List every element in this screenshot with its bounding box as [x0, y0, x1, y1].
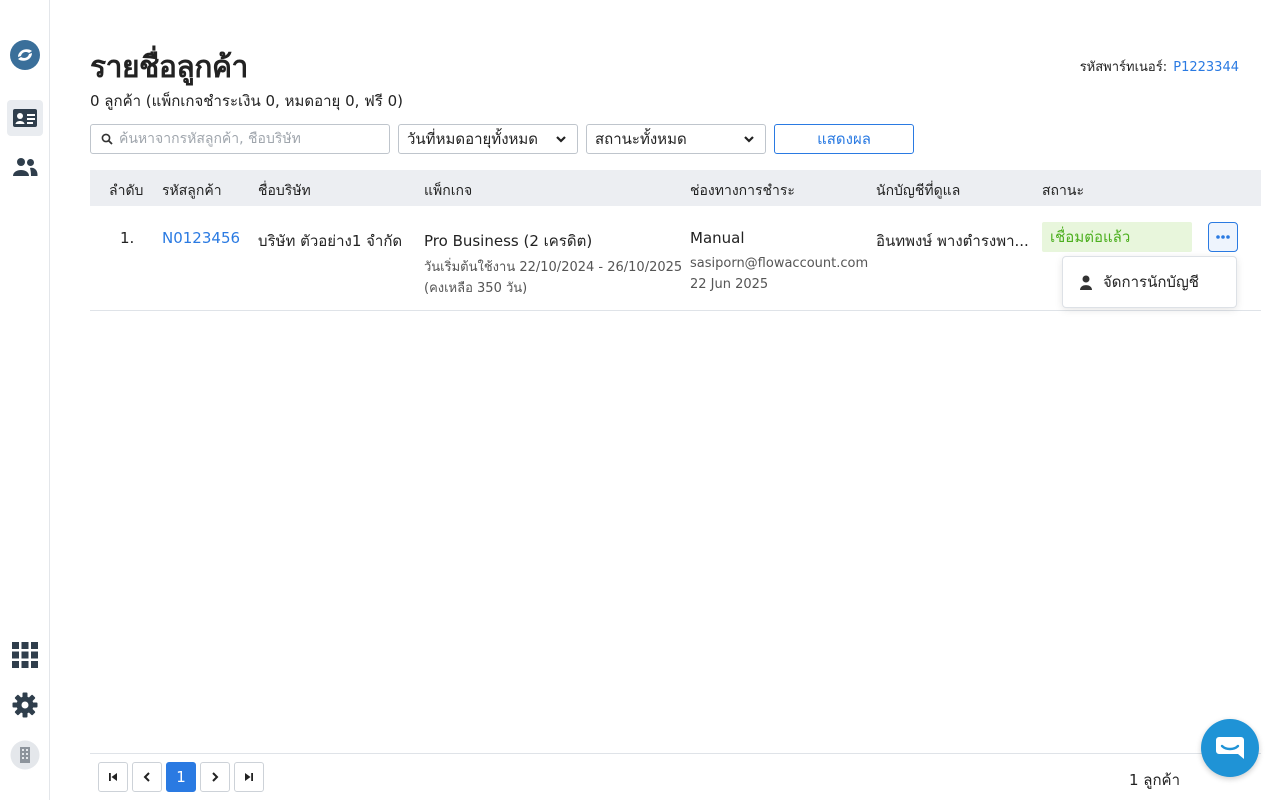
chat-icon [1216, 737, 1244, 759]
first-page-button[interactable] [98, 762, 128, 792]
total-customers: 1 ลูกค้า [1128, 771, 1180, 789]
header-payment-channel: ช่องทางการชำระ [690, 183, 795, 199]
payment-email: sasiporn@flowaccount.com [690, 256, 869, 271]
header-customer-code: รหัสลูกค้า [162, 183, 222, 199]
status-select[interactable]: สถานะทั้งหมด [586, 124, 766, 154]
package-remaining: (คงเหลือ 350 วัน) [424, 281, 528, 296]
header-index: ลำดับ [109, 183, 144, 199]
expiry-select-value: วันที่หมดอายุทั้งหมด [407, 130, 539, 148]
page-number-button[interactable]: 1 [166, 762, 196, 792]
last-page-icon [245, 773, 253, 781]
first-page-icon [109, 773, 117, 781]
status-select-value: สถานะทั้งหมด [595, 130, 687, 148]
customer-summary: 0 ลูกค้า (แพ็กเกจชำระเงิน 0, หมดอายุ 0, … [90, 92, 403, 110]
chevron-left-icon [143, 772, 150, 782]
last-page-button[interactable] [234, 762, 264, 792]
search-icon [101, 133, 113, 145]
building-icon[interactable] [7, 737, 43, 773]
ellipsis-icon [1216, 235, 1230, 239]
user-icon [1080, 275, 1092, 290]
customer-code-link[interactable]: N0123456 [162, 229, 240, 247]
sidebar [0, 0, 50, 800]
partner-code-link[interactable]: P1223344 [1173, 60, 1239, 75]
apps-grid-icon[interactable] [7, 637, 43, 673]
users-icon[interactable] [7, 149, 43, 185]
package-name: Pro Business (2 เครดิต) [424, 232, 593, 250]
header-company: ชื่อบริษัท [258, 183, 311, 199]
chevron-down-icon [744, 136, 754, 143]
main-content: รายชื่อลูกค้า 0 ลูกค้า (แพ็กเกจชำระเงิน … [50, 0, 1280, 800]
company-name: บริษัท ตัวอย่าง1 จำกัด [258, 232, 403, 250]
status-badge: เชื่อมต่อแล้ว [1042, 222, 1192, 252]
chevron-right-icon [212, 772, 219, 782]
payment-date: 22 Jun 2025 [690, 277, 769, 292]
pagination-divider [90, 753, 1261, 754]
prev-page-button[interactable] [132, 762, 162, 792]
chevron-down-icon [556, 136, 566, 143]
search-box[interactable] [90, 124, 390, 154]
row-actions-button[interactable] [1208, 222, 1238, 252]
row-index: 1. [120, 229, 135, 247]
expiry-date-select[interactable]: วันที่หมดอายุทั้งหมด [398, 124, 578, 154]
page-title: รายชื่อลูกค้า [90, 50, 248, 85]
payment-channel: Manual [690, 229, 745, 247]
manage-accountant-menu-item[interactable]: จัดการนักบัญชี [1063, 257, 1236, 307]
manage-accountant-label: จัดการนักบัญชี [1103, 273, 1199, 291]
partner-label: รหัสพาร์ทเนอร์: [1079, 60, 1168, 75]
chat-support-button[interactable] [1201, 719, 1259, 777]
accountant-name: อินทพงษ์ พางตำรงพา... [876, 232, 1029, 250]
package-period: วันเริ่มต้นใช้งาน 22/10/2024 - 26/10/202… [424, 260, 683, 275]
partner-code-display: รหัสพาร์ทเนอร์: P1223344 [1080, 56, 1239, 77]
logo-icon[interactable] [7, 37, 43, 73]
contact-card-icon[interactable] [7, 100, 43, 136]
row-actions-menu: จัดการนักบัญชี [1062, 256, 1237, 308]
header-package: แพ็กเกจ [424, 183, 473, 199]
header-accountant: นักบัญชีที่ดูแล [876, 183, 961, 199]
next-page-button[interactable] [200, 762, 230, 792]
header-status: สถานะ [1042, 183, 1084, 199]
table-header: ลำดับ รหัสลูกค้า ชื่อบริษัท แพ็กเกจ ช่อง… [90, 170, 1261, 206]
show-results-button[interactable]: แสดงผล [774, 124, 914, 154]
search-input[interactable] [119, 131, 379, 147]
gear-icon[interactable] [7, 687, 43, 723]
